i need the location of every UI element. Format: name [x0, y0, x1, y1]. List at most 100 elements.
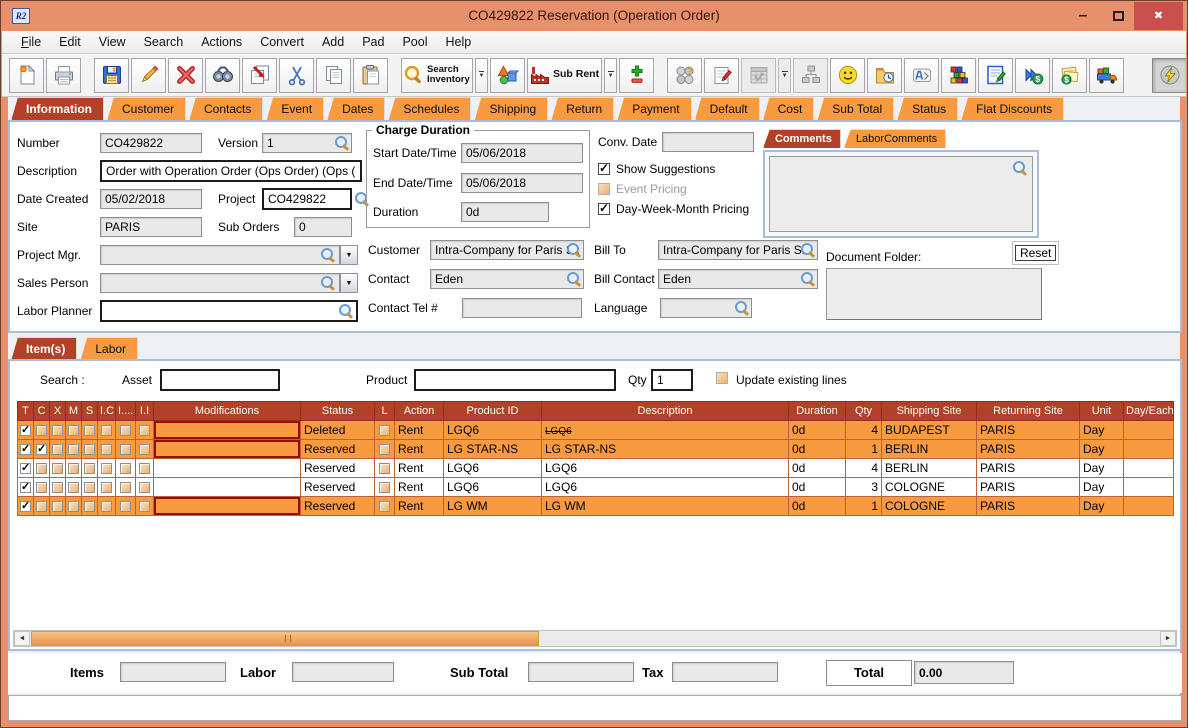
col-description[interactable]: Description [542, 402, 789, 421]
cell-flag-i[interactable] [116, 440, 136, 459]
tab-information[interactable]: Information [11, 97, 104, 121]
contact-tel-field[interactable] [462, 298, 582, 318]
col-i-i[interactable]: I.I [136, 402, 154, 421]
project-mgr-dropdown-icon[interactable]: ▼ [340, 245, 358, 265]
tab-default[interactable]: Default [695, 97, 760, 121]
col-shipping-site[interactable]: Shipping Site [882, 402, 977, 421]
project-field[interactable] [262, 188, 352, 210]
number-field[interactable] [100, 133, 202, 153]
cell-flag-x[interactable] [50, 421, 66, 440]
unchecked-checkbox-icon[interactable] [36, 501, 47, 512]
sales-person-field[interactable] [100, 273, 340, 293]
unchecked-checkbox-icon[interactable] [52, 482, 63, 493]
tab-comments[interactable]: Comments [763, 129, 841, 148]
comments-textarea[interactable] [769, 156, 1033, 232]
labor-planner-field[interactable] [100, 300, 358, 322]
unchecked-checkbox-icon[interactable] [36, 425, 47, 436]
cell-flag-x[interactable] [50, 459, 66, 478]
tab-laborcomments[interactable]: LaborComments [844, 129, 946, 148]
quick-actions-button[interactable] [1152, 58, 1186, 93]
notes-button[interactable] [704, 58, 739, 93]
cell-flag-i[interactable] [116, 459, 136, 478]
minimize-icon[interactable]: – [1072, 4, 1094, 28]
asset-field[interactable] [160, 369, 280, 391]
unchecked-checkbox-icon[interactable] [84, 444, 95, 455]
unchecked-checkbox-icon[interactable] [52, 501, 63, 512]
cell-flag-m[interactable] [66, 497, 82, 516]
menu-help[interactable]: Help [437, 31, 481, 49]
delete-button[interactable] [168, 58, 203, 93]
table-row[interactable]: ReservedRentLGQ6LGQ60d4BERLINPARISDay [18, 459, 1174, 478]
inventory-blocks-button[interactable] [941, 58, 976, 93]
unchecked-checkbox-icon[interactable] [36, 463, 47, 474]
cell-l[interactable] [375, 421, 395, 440]
cell-flag-i-c[interactable] [98, 421, 116, 440]
cell-flag-i-c[interactable] [98, 478, 116, 497]
edit-document-button[interactable] [978, 58, 1013, 93]
cell-flag-c[interactable] [34, 478, 50, 497]
cell-flag-m[interactable] [66, 478, 82, 497]
col-status[interactable]: Status [301, 402, 375, 421]
unchecked-checkbox-icon[interactable] [120, 501, 131, 512]
checked-checkbox-icon[interactable] [20, 444, 31, 455]
labor-planner-search-icon[interactable] [338, 303, 353, 318]
col-returning-site[interactable]: Returning Site [977, 402, 1080, 421]
unchecked-checkbox-icon[interactable] [84, 501, 95, 512]
unchecked-checkbox-icon[interactable] [139, 501, 150, 512]
unchecked-checkbox-icon[interactable] [120, 444, 131, 455]
cell-flag-c[interactable] [34, 421, 50, 440]
menu-search[interactable]: Search [135, 31, 193, 49]
cell-flag-t[interactable] [18, 421, 34, 440]
language-search-icon[interactable] [734, 300, 749, 315]
l-checkbox-icon[interactable] [379, 444, 390, 455]
print-button[interactable] [46, 58, 81, 93]
col-i-c[interactable]: I.C [98, 402, 116, 421]
search-inventory-dropdown-icon[interactable]: ▼ [475, 58, 488, 93]
col-unit[interactable]: Unit [1080, 402, 1124, 421]
sales-person-dropdown-icon[interactable]: ▼ [340, 273, 358, 293]
unchecked-checkbox-icon[interactable] [68, 482, 79, 493]
site-field[interactable] [100, 217, 202, 237]
unchecked-checkbox-icon[interactable] [101, 501, 112, 512]
transfer-order-button[interactable] [242, 58, 277, 93]
unchecked-checkbox-icon[interactable] [139, 482, 150, 493]
add-remove-line-button[interactable] [619, 58, 654, 93]
sub-orders-field[interactable] [294, 217, 352, 237]
col-t[interactable]: T [18, 402, 34, 421]
unchecked-checkbox-icon[interactable] [120, 425, 131, 436]
menu-file[interactable]: File [12, 31, 50, 49]
end-date-field[interactable] [461, 173, 583, 193]
crew-query-button[interactable]: ? [667, 58, 702, 93]
customer-smiley-button[interactable] [830, 58, 865, 93]
checked-checkbox-icon[interactable] [36, 444, 47, 455]
copy-button[interactable] [316, 58, 351, 93]
new-document-button[interactable] [9, 58, 44, 93]
col-s[interactable]: S [82, 402, 98, 421]
cell-flag-m[interactable] [66, 459, 82, 478]
customer-field[interactable] [430, 240, 584, 260]
unchecked-checkbox-icon[interactable] [139, 463, 150, 474]
cell-flag-i-i[interactable] [136, 440, 154, 459]
cell-flag-i-i[interactable] [136, 459, 154, 478]
sub-rent-button[interactable]: Sub Rent [527, 58, 602, 93]
reset-button[interactable]: Reset [1015, 245, 1056, 261]
table-row[interactable]: ReservedRentLGQ6LGQ60d3COLOGNEPARISDay [18, 478, 1174, 497]
price-notes-button[interactable]: $ [1052, 58, 1087, 93]
edit-pencil-button[interactable] [131, 58, 166, 93]
col-x[interactable]: X [50, 402, 66, 421]
contact-search-icon[interactable] [566, 271, 581, 286]
cell-flag-i-c[interactable] [98, 459, 116, 478]
col-product-id[interactable]: Product ID [444, 402, 542, 421]
bill-contact-field[interactable] [658, 269, 818, 289]
horizontal-scrollbar[interactable]: ◄ ► [13, 630, 1177, 647]
cell-flag-i-c[interactable] [98, 497, 116, 516]
tab-payment[interactable]: Payment [617, 97, 691, 121]
unchecked-checkbox-icon[interactable] [101, 482, 112, 493]
cut-button[interactable] [279, 58, 314, 93]
cell-flag-c[interactable] [34, 497, 50, 516]
unchecked-checkbox-icon[interactable] [84, 425, 95, 436]
cell-flag-t[interactable] [18, 459, 34, 478]
description-field[interactable] [100, 160, 362, 182]
l-checkbox-icon[interactable] [379, 463, 390, 474]
checked-checkbox-icon[interactable] [20, 425, 31, 436]
